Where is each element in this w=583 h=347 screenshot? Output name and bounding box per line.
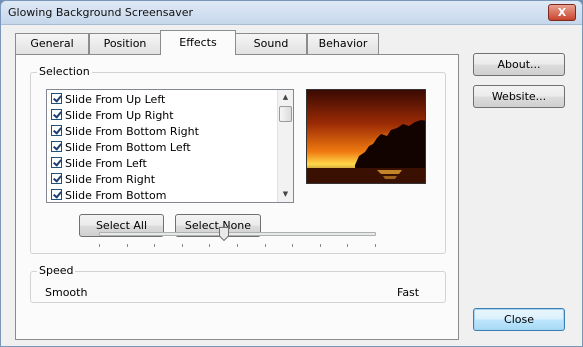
speed-min-label: Smooth (45, 286, 88, 299)
list-item[interactable]: Slide From Up Left (51, 92, 165, 108)
checkbox-checked-icon[interactable] (51, 109, 62, 120)
list-item[interactable]: Slide From Up Right (51, 108, 174, 124)
tab-position[interactable]: Position (89, 33, 161, 54)
checkbox-checked-icon[interactable] (51, 125, 62, 136)
checkbox-checked-icon[interactable] (51, 189, 62, 200)
tab-sound[interactable]: Sound (235, 33, 307, 54)
tab-general[interactable]: General (15, 33, 89, 54)
checkbox-checked-icon[interactable] (51, 93, 62, 104)
slider-tick (127, 244, 128, 247)
close-button[interactable]: Close (473, 308, 565, 331)
slider-tick (154, 244, 155, 247)
tab-effects[interactable]: Effects (160, 30, 236, 55)
checkbox-checked-icon[interactable] (51, 173, 62, 184)
window-title: Glowing Background Screensaver (8, 6, 194, 19)
about-button[interactable]: About... (473, 53, 565, 76)
list-item[interactable]: Slide From Bottom Left (51, 140, 191, 156)
slider-tick (99, 244, 100, 247)
slider-tick (182, 244, 183, 247)
speed-max-label: Fast (397, 286, 420, 299)
title-bar[interactable]: Glowing Background Screensaver X (1, 1, 582, 25)
scroll-down-icon[interactable]: ▼ (278, 187, 293, 202)
slider-tick (292, 244, 293, 247)
window-close-button[interactable]: X (548, 4, 576, 21)
speed-group-label: Speed (37, 264, 76, 277)
checkbox-checked-icon[interactable] (51, 141, 62, 152)
slider-tick (265, 244, 266, 247)
checkbox-checked-icon[interactable] (51, 157, 62, 168)
list-item[interactable]: Slide From Right (51, 172, 155, 188)
list-item[interactable]: Slide From Bottom (51, 188, 166, 202)
scrollbar-thumb[interactable] (279, 106, 292, 122)
effects-listbox[interactable]: Slide From Up Left Slide From Up Right S… (46, 89, 294, 203)
speed-slider-thumb[interactable] (219, 227, 229, 241)
effect-preview-image (306, 89, 426, 184)
sunset-preview-icon (307, 90, 425, 183)
slider-tick (209, 244, 210, 247)
website-button[interactable]: Website... (473, 85, 565, 108)
screensaver-settings-window: Glowing Background Screensaver X General… (0, 0, 583, 347)
slider-tick (320, 244, 321, 247)
list-item[interactable]: Slide From Bottom Right (51, 124, 199, 140)
slider-tick (375, 244, 376, 247)
slider-tick (237, 244, 238, 247)
selection-group-label: Selection (37, 65, 92, 78)
speed-group: Speed (30, 264, 446, 303)
tab-behavior[interactable]: Behavior (307, 33, 379, 54)
effects-panel: Selection Slide From Up Left Slide From … (15, 54, 459, 340)
scroll-up-icon[interactable]: ▲ (278, 90, 293, 105)
listbox-scrollbar[interactable]: ▲ ▼ (277, 90, 293, 202)
speed-slider-track[interactable] (99, 232, 376, 236)
slider-tick (347, 244, 348, 247)
list-item[interactable]: Slide From Left (51, 156, 147, 172)
